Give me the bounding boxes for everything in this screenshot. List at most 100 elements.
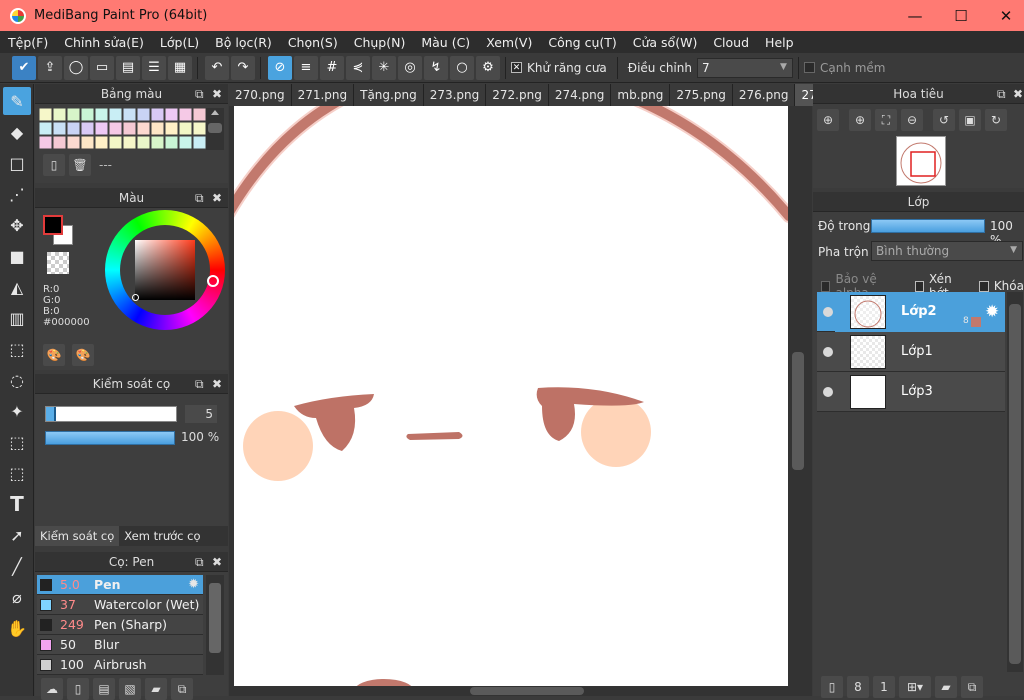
palette-swatch[interactable]	[150, 121, 165, 136]
rotate-right-icon[interactable]: ↻	[985, 109, 1007, 131]
tab-tang[interactable]: Tặng.png	[354, 84, 424, 106]
concentric-snap-icon[interactable]: ◎	[398, 55, 422, 80]
float-panel-icon[interactable]: ⧉	[195, 188, 204, 208]
palette-swatch[interactable]	[136, 121, 151, 136]
visibility-icon[interactable]	[823, 347, 833, 357]
layer-scrollbar[interactable]	[1007, 292, 1023, 672]
palette-swatch[interactable]	[122, 121, 137, 136]
palette-swatch[interactable]	[52, 121, 67, 136]
foreground-color-swatch[interactable]	[43, 215, 63, 235]
palette-swatch[interactable]	[66, 108, 81, 122]
palette-swatch[interactable]	[136, 108, 151, 122]
palette-swatch[interactable]	[192, 108, 207, 122]
palette-swatches[interactable]	[39, 108, 207, 150]
fill-rect-tool-icon[interactable]: ■	[3, 242, 31, 270]
palette-swatch[interactable]	[164, 121, 179, 136]
gear-icon[interactable]: ✹	[188, 577, 199, 592]
minimize-button[interactable]: —	[892, 0, 938, 31]
parallel-snap-icon[interactable]: ≡	[294, 55, 318, 80]
new-palette-icon[interactable]: ▯	[43, 154, 65, 176]
navigator-preview[interactable]	[896, 136, 946, 186]
shape-tool-icon[interactable]: □	[3, 149, 31, 177]
menu-filter[interactable]: Bộ lọc(R)	[207, 35, 280, 50]
cloud-check-icon[interactable]: ✔	[12, 55, 36, 80]
tab-brush-preview[interactable]: Xem trước cọ	[119, 526, 205, 546]
menu-select[interactable]: Chọn(S)	[280, 35, 346, 50]
close-panel-icon[interactable]: ✖	[212, 84, 222, 104]
brush-tool-icon[interactable]: ✎	[3, 87, 31, 115]
palette-swatch[interactable]	[80, 108, 95, 122]
curve-snap-icon[interactable]: ↯	[424, 55, 448, 80]
new-brush-icon[interactable]: ▯	[67, 678, 89, 700]
tab-270[interactable]: 270.png	[229, 84, 292, 106]
close-panel-icon[interactable]: ✖	[212, 374, 222, 394]
gradient-tool-icon[interactable]: ▥	[3, 304, 31, 332]
menu-help[interactable]: Help	[757, 35, 802, 50]
menu-tools[interactable]: Công cụ(T)	[540, 35, 624, 50]
brush-item-watercolor[interactable]: 37 Watercolor (Wet)	[37, 595, 203, 615]
transparent-swatch-icon[interactable]	[47, 252, 69, 274]
bucket-tool-icon[interactable]: ◭	[3, 273, 31, 301]
palette-swatch[interactable]	[192, 121, 207, 136]
close-panel-icon[interactable]: ✖	[1013, 84, 1023, 104]
palette-swatch[interactable]	[108, 108, 123, 122]
tab-274[interactable]: 274.png	[549, 84, 612, 106]
palette-swatch[interactable]	[52, 108, 67, 122]
tab-271[interactable]: 271.png	[292, 84, 355, 106]
redo-icon[interactable]: ↷	[231, 55, 255, 80]
brush-size-value[interactable]: 5	[185, 405, 217, 423]
color-settings-icon[interactable]: 🎨	[72, 344, 94, 366]
protect-alpha-checkbox[interactable]	[821, 280, 831, 292]
lasso-tool-icon[interactable]: ◌	[3, 366, 31, 394]
palette-swatch[interactable]	[164, 135, 179, 150]
layer-opacity-slider[interactable]	[871, 219, 985, 233]
fit-window-icon[interactable]: ▣	[959, 109, 981, 131]
palette-swatch[interactable]	[66, 135, 81, 150]
brush-item-pen-sharp[interactable]: 249 Pen (Sharp)	[37, 615, 203, 635]
rotate-left-icon[interactable]: ↺	[933, 109, 955, 131]
tab-mb[interactable]: mb.png	[611, 84, 671, 106]
eyedropper-tool-icon[interactable]: ⌀	[3, 583, 31, 611]
brush-menu-icon[interactable]: ▤	[93, 678, 115, 700]
circle-snap-icon[interactable]: ○	[450, 55, 474, 80]
palette-swatch[interactable]	[94, 121, 109, 136]
canvas-vertical-scrollbar[interactable]	[789, 106, 807, 686]
palette-swatch[interactable]	[178, 121, 193, 136]
palette-swatch[interactable]	[94, 108, 109, 122]
soft-edge-checkbox[interactable]	[803, 62, 815, 73]
gear-icon[interactable]: ✹	[985, 302, 999, 322]
brush-opacity-slider[interactable]	[45, 431, 175, 445]
select-rect-tool-icon[interactable]: ⬚	[3, 335, 31, 363]
blend-mode-select[interactable]: Bình thường ▼	[871, 241, 1023, 261]
divide-tool-icon[interactable]: ╱	[3, 552, 31, 580]
tab-brush-control[interactable]: Kiểm soát cọ	[35, 526, 120, 546]
hand-tool-icon[interactable]: ✋	[3, 614, 31, 642]
menu-view[interactable]: Xem(V)	[478, 35, 540, 50]
upload-icon[interactable]: ⇪	[38, 55, 62, 80]
brush-folder-icon[interactable]: ▰	[145, 678, 167, 700]
brush-item-pen[interactable]: 5.0 Pen ✹	[37, 575, 203, 595]
color-marker[interactable]	[132, 294, 139, 301]
palette-swatch[interactable]	[39, 121, 53, 136]
palette-swatch[interactable]	[150, 108, 165, 122]
grid-edit-icon[interactable]: ▦	[168, 55, 192, 80]
eraser-tool-icon[interactable]: ◆	[3, 118, 31, 146]
menu-file[interactable]: Tệp(F)	[0, 35, 56, 50]
palette-swatch[interactable]	[39, 135, 53, 150]
layer-row-lop1[interactable]: Lớp1	[817, 332, 1005, 372]
comment-icon[interactable]: ▭	[90, 55, 114, 80]
palette-swatch[interactable]	[80, 135, 95, 150]
palette-swatch[interactable]	[192, 135, 207, 150]
menu-edit[interactable]: Chỉnh sửa(E)	[56, 35, 152, 50]
float-panel-icon[interactable]: ⧉	[997, 84, 1006, 104]
palette-swatch[interactable]	[52, 135, 67, 150]
zoom-in-icon[interactable]: ⊕	[849, 109, 871, 131]
download-brush-icon[interactable]: ☁	[41, 678, 63, 700]
duplicate-layer-icon[interactable]: ⧉	[961, 676, 983, 698]
tab-276[interactable]: 276.png	[733, 84, 796, 106]
palette-swatch[interactable]	[136, 135, 151, 150]
hue-ring[interactable]	[105, 210, 225, 330]
palette-swatch[interactable]	[80, 121, 95, 136]
hue-marker[interactable]	[207, 275, 219, 287]
layer-folder-icon[interactable]: ▰	[935, 676, 957, 698]
